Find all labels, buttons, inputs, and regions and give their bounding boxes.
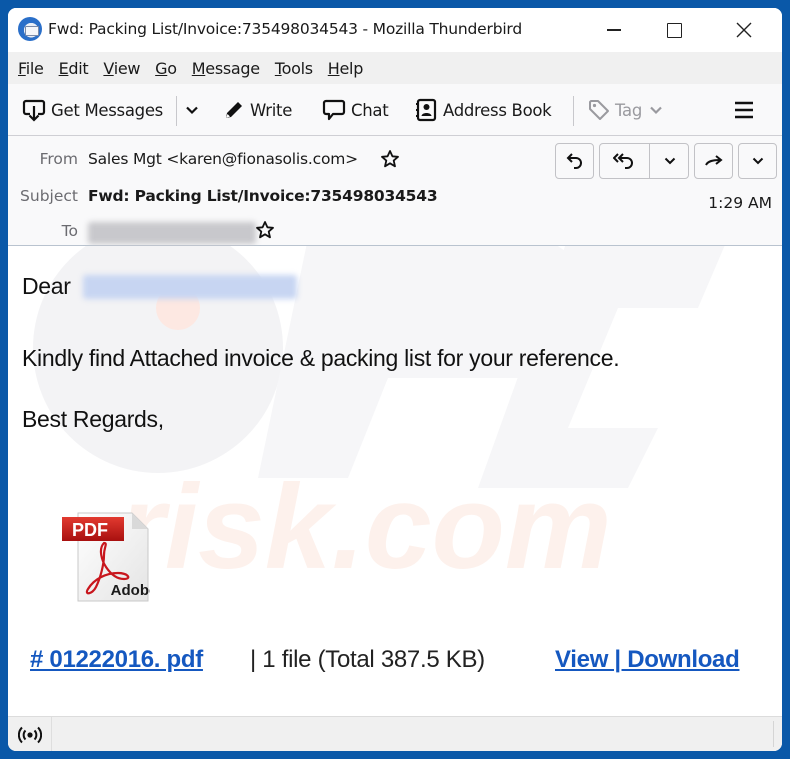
download-tray-icon bbox=[22, 99, 46, 122]
menu-message-label: essage bbox=[205, 58, 260, 78]
chevron-down-icon bbox=[186, 106, 198, 115]
closing: Best Regards, bbox=[22, 406, 164, 432]
star-icon[interactable] bbox=[255, 220, 275, 240]
split-divider bbox=[649, 144, 650, 178]
adobe-label: Adobe bbox=[111, 582, 150, 599]
toolbar-separator bbox=[573, 96, 574, 126]
write-label: Write bbox=[250, 100, 293, 120]
forward-button[interactable] bbox=[694, 143, 733, 179]
close-icon bbox=[736, 22, 752, 38]
chevron-down-icon bbox=[752, 157, 763, 165]
main-toolbar: Get Messages Write Chat Address Book Tag bbox=[8, 84, 782, 136]
menu-file[interactable]: File bbox=[18, 59, 44, 78]
contact-card-icon bbox=[416, 98, 437, 122]
more-actions-button[interactable] bbox=[738, 143, 777, 179]
subject-value: Fwd: Packing List/Invoice:735498034543 bbox=[88, 187, 438, 205]
get-messages-dropdown[interactable] bbox=[184, 92, 205, 128]
maximize-button[interactable] bbox=[651, 8, 697, 52]
svg-text:risk.com: risk.com bbox=[118, 460, 612, 594]
menu-view-label: iew bbox=[113, 58, 141, 78]
attachment-filename-link[interactable]: # 01222016. pdf bbox=[30, 646, 203, 674]
to-value-redacted bbox=[88, 222, 256, 244]
get-messages-button[interactable]: Get Messages bbox=[22, 92, 163, 128]
menu-edit[interactable]: Edit bbox=[59, 59, 89, 78]
star-icon[interactable] bbox=[380, 149, 400, 169]
menu-edit-accesskey: E bbox=[58, 58, 69, 78]
pencil-icon bbox=[226, 102, 242, 118]
reply-all-button[interactable] bbox=[599, 143, 689, 179]
body-paragraph: Kindly find Attached invoice & packing l… bbox=[22, 345, 620, 371]
menu-message[interactable]: Message bbox=[192, 59, 260, 78]
pdf-tab-label: PDF bbox=[72, 520, 108, 540]
menu-file-label: ile bbox=[25, 58, 44, 78]
subject-label: Subject bbox=[20, 187, 78, 205]
minimize-button[interactable] bbox=[591, 8, 637, 52]
menu-tools[interactable]: Tools bbox=[275, 59, 313, 78]
status-separator bbox=[773, 721, 774, 747]
greeting: Dear bbox=[22, 273, 71, 300]
close-button[interactable] bbox=[721, 8, 767, 52]
menu-help-accesskey: H bbox=[327, 58, 340, 78]
view-download-link[interactable]: View | Download bbox=[555, 646, 740, 674]
tag-button[interactable]: Tag bbox=[588, 92, 669, 128]
chat-button[interactable]: Chat bbox=[322, 92, 389, 128]
hamburger-menu-icon bbox=[735, 101, 753, 119]
message-header: From Sales Mgt <karen@fionasolis.com> Su… bbox=[8, 136, 782, 246]
attachment-line: # 01222016. pdf | 1 file (Total 387.5 KB… bbox=[8, 646, 782, 678]
status-separator bbox=[51, 717, 52, 751]
menu-file-accesskey: F bbox=[18, 58, 26, 78]
thunderbird-window: Fwd: Packing List/Invoice:735498034543 -… bbox=[8, 8, 782, 751]
menu-bar: File Edit View Go Message Tools Help bbox=[8, 52, 782, 84]
menu-view[interactable]: View bbox=[103, 59, 140, 78]
status-bar bbox=[8, 716, 782, 751]
chat-bubble-icon bbox=[322, 99, 346, 121]
reply-icon bbox=[566, 153, 582, 169]
to-label: To bbox=[61, 222, 78, 240]
menu-go[interactable]: Go bbox=[155, 59, 177, 78]
tag-icon bbox=[589, 100, 609, 120]
chevron-down-icon[interactable] bbox=[663, 154, 677, 168]
message-body: risk.com Dear Kindly find Attached invoi… bbox=[8, 246, 782, 716]
thunderbird-logo-icon bbox=[18, 17, 42, 41]
menu-message-accesskey: M bbox=[191, 58, 206, 78]
from-value[interactable]: Sales Mgt <karen@fionasolis.com> bbox=[88, 150, 358, 168]
menu-help[interactable]: Help bbox=[327, 58, 364, 78]
adobe-pdf-icon: PDF Adobe bbox=[62, 512, 157, 602]
menu-help-label: elp bbox=[339, 58, 364, 78]
address-book-label: Address Book bbox=[443, 100, 552, 120]
app-menu-button[interactable] bbox=[734, 92, 759, 128]
menu-go-accesskey: G bbox=[155, 58, 168, 78]
online-status-icon[interactable] bbox=[18, 726, 42, 744]
menu-view-accesskey: V bbox=[103, 58, 114, 78]
chevron-down-icon bbox=[650, 106, 662, 115]
menu-go-label: o bbox=[167, 58, 177, 78]
chat-label: Chat bbox=[351, 100, 389, 120]
message-date: 1:29 AM bbox=[708, 194, 772, 212]
attachment-info: | 1 file (Total 387.5 KB) bbox=[250, 646, 485, 673]
menu-tools-accesskey: T bbox=[274, 58, 282, 78]
menu-tools-label: ools bbox=[281, 58, 313, 78]
toolbar-separator bbox=[176, 96, 177, 126]
address-book-button[interactable]: Address Book bbox=[414, 92, 552, 128]
write-button[interactable]: Write bbox=[223, 92, 292, 128]
reply-all-icon bbox=[613, 153, 633, 169]
forward-arrow-icon bbox=[704, 155, 723, 166]
menu-edit-label: dit bbox=[68, 58, 89, 78]
reply-button[interactable] bbox=[555, 143, 594, 179]
from-label: From bbox=[39, 150, 78, 168]
tag-label: Tag bbox=[615, 100, 643, 120]
greeting-text: Dear bbox=[22, 273, 71, 299]
pdf-file-icon[interactable]: PDF Adobe bbox=[54, 509, 157, 605]
recipient-redacted bbox=[83, 275, 297, 299]
window-title: Fwd: Packing List/Invoice:735498034543 -… bbox=[48, 20, 522, 38]
title-bar: Fwd: Packing List/Invoice:735498034543 -… bbox=[8, 8, 782, 52]
get-messages-label: Get Messages bbox=[51, 100, 163, 120]
